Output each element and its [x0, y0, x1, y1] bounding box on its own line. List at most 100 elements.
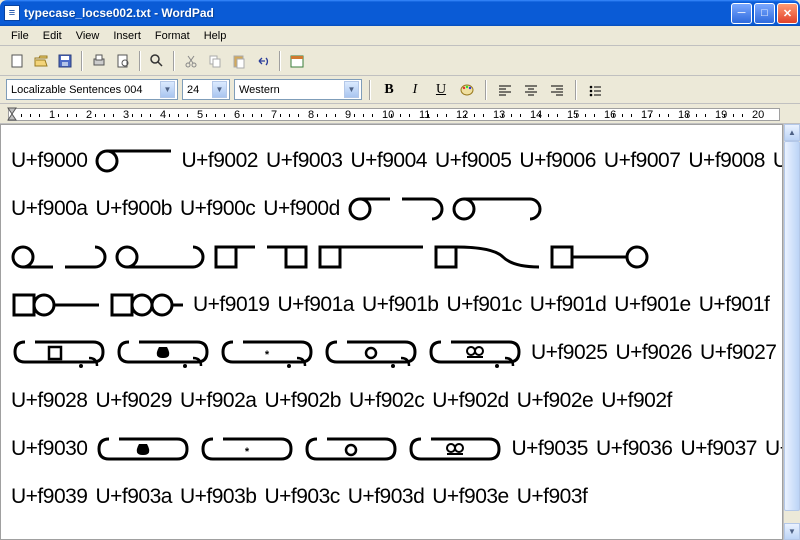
- glyph-icon: [427, 338, 523, 368]
- scroll-thumb[interactable]: [784, 141, 800, 511]
- charset-combo[interactable]: Western ▼: [234, 79, 362, 100]
- menu-file[interactable]: File: [4, 28, 36, 44]
- standard-toolbar: [0, 46, 800, 76]
- glyph-icon: [407, 436, 503, 462]
- cut-button[interactable]: [180, 50, 202, 72]
- glyph-icon: [213, 244, 257, 270]
- svg-text:*: *: [245, 446, 250, 458]
- glyph-icon: [400, 196, 444, 222]
- glyph-icon: *: [199, 436, 295, 462]
- close-button[interactable]: ✕: [777, 3, 798, 24]
- menu-help[interactable]: Help: [197, 28, 234, 44]
- scroll-down-icon[interactable]: ▼: [784, 523, 800, 540]
- vertical-scrollbar[interactable]: ▲ ▼: [783, 124, 800, 540]
- text-line: U+f9000 U+f9002 U+f9003 U+f9004 U+f9005 …: [11, 137, 772, 185]
- toolbar-separator: [485, 80, 487, 100]
- menu-view[interactable]: View: [69, 28, 107, 44]
- toolbar-separator: [279, 51, 281, 71]
- format-toolbar: Localizable Sentences 004 ▼ 24 ▼ Western…: [0, 76, 800, 104]
- ruler-number: 17: [641, 109, 653, 121]
- glyph-icon: [63, 244, 107, 270]
- ruler-number: 10: [382, 109, 394, 121]
- underline-button[interactable]: U: [430, 79, 452, 101]
- bold-button[interactable]: B: [378, 79, 400, 101]
- toolbar-separator: [173, 51, 175, 71]
- glyph-icon: [95, 436, 191, 462]
- glyph-icon: [95, 148, 173, 174]
- document-area[interactable]: U+f9000 U+f9002 U+f9003 U+f9004 U+f9005 …: [0, 124, 783, 540]
- datetime-button[interactable]: [286, 50, 308, 72]
- text-line: U+f9030 * U+f9035 U+f9036 U+f9037 U+f903…: [11, 425, 772, 473]
- maximize-button[interactable]: □: [754, 3, 775, 24]
- save-button[interactable]: [54, 50, 76, 72]
- ruler[interactable]: 1234567891011121314151617181920: [0, 104, 800, 124]
- app-icon: ≡: [4, 5, 20, 21]
- ruler-number: 12: [456, 109, 468, 121]
- glyph-icon: [265, 244, 309, 270]
- bullets-button[interactable]: [584, 79, 606, 101]
- dropdown-arrow-icon: ▼: [344, 81, 359, 98]
- menu-insert[interactable]: Insert: [106, 28, 148, 44]
- ruler-number: 1: [49, 109, 55, 121]
- toolbar-separator: [369, 80, 371, 100]
- glyph-icon: [11, 292, 101, 318]
- ruler-number: 7: [271, 109, 277, 121]
- glyph-icon: [109, 292, 185, 318]
- glyph-icon: [303, 436, 399, 462]
- scroll-up-icon[interactable]: ▲: [784, 124, 800, 141]
- ruler-number: 5: [197, 109, 203, 121]
- svg-text:*: *: [265, 349, 270, 361]
- glyph-icon: *: [219, 338, 315, 368]
- glyph-icon: [115, 244, 205, 270]
- align-right-button[interactable]: [546, 79, 568, 101]
- ruler-number: 6: [234, 109, 240, 121]
- font-name-value: Localizable Sentences 004: [11, 84, 160, 96]
- toolbar-separator: [575, 80, 577, 100]
- italic-button[interactable]: I: [404, 79, 426, 101]
- menu-format[interactable]: Format: [148, 28, 197, 44]
- text-line: U+f9039 U+f903a U+f903b U+f903c U+f903d …: [11, 473, 772, 521]
- ruler-number: 18: [678, 109, 690, 121]
- glyph-icon: [11, 244, 55, 270]
- find-button[interactable]: [146, 50, 168, 72]
- ruler-number: 15: [567, 109, 579, 121]
- glyph-icon: [549, 244, 649, 270]
- ruler-number: 16: [604, 109, 616, 121]
- new-button[interactable]: [6, 50, 28, 72]
- toolbar-separator: [139, 51, 141, 71]
- ruler-number: 13: [493, 109, 505, 121]
- ruler-number: 2: [86, 109, 92, 121]
- indent-marker-icon[interactable]: [6, 104, 18, 124]
- minimize-button[interactable]: ─: [731, 3, 752, 24]
- undo-button[interactable]: [252, 50, 274, 72]
- paste-button[interactable]: [228, 50, 250, 72]
- glyph-icon: [323, 338, 419, 368]
- copy-button[interactable]: [204, 50, 226, 72]
- print-preview-button[interactable]: [112, 50, 134, 72]
- menu-edit[interactable]: Edit: [36, 28, 69, 44]
- charset-value: Western: [239, 84, 344, 96]
- text-line: * U+f9025 U+f9026 U+f9027: [11, 329, 772, 377]
- glyph-icon: [115, 338, 211, 368]
- font-name-combo[interactable]: Localizable Sentences 004 ▼: [6, 79, 178, 100]
- toolbar-separator: [81, 51, 83, 71]
- glyph-icon: [433, 244, 541, 270]
- open-button[interactable]: [30, 50, 52, 72]
- ruler-number: 4: [160, 109, 166, 121]
- glyph-icon: [317, 244, 425, 270]
- align-left-button[interactable]: [494, 79, 516, 101]
- text-line: U+f9019 U+f901a U+f901b U+f901c U+f901d …: [11, 281, 772, 329]
- menu-bar: File Edit View Insert Format Help: [0, 26, 800, 46]
- color-button[interactable]: [456, 79, 478, 101]
- ruler-number: 9: [345, 109, 351, 121]
- window-buttons: ─ □ ✕: [731, 3, 798, 24]
- glyph-icon: [452, 196, 542, 222]
- align-center-button[interactable]: [520, 79, 542, 101]
- glyph-icon: [11, 338, 107, 368]
- title-bar: ≡ typecase_locse002.txt - WordPad ─ □ ✕: [0, 0, 800, 26]
- ruler-number: 8: [308, 109, 314, 121]
- font-size-combo[interactable]: 24 ▼: [182, 79, 230, 100]
- text-line: U+f9028 U+f9029 U+f902a U+f902b U+f902c …: [11, 377, 772, 425]
- ruler-number: 19: [715, 109, 727, 121]
- print-button[interactable]: [88, 50, 110, 72]
